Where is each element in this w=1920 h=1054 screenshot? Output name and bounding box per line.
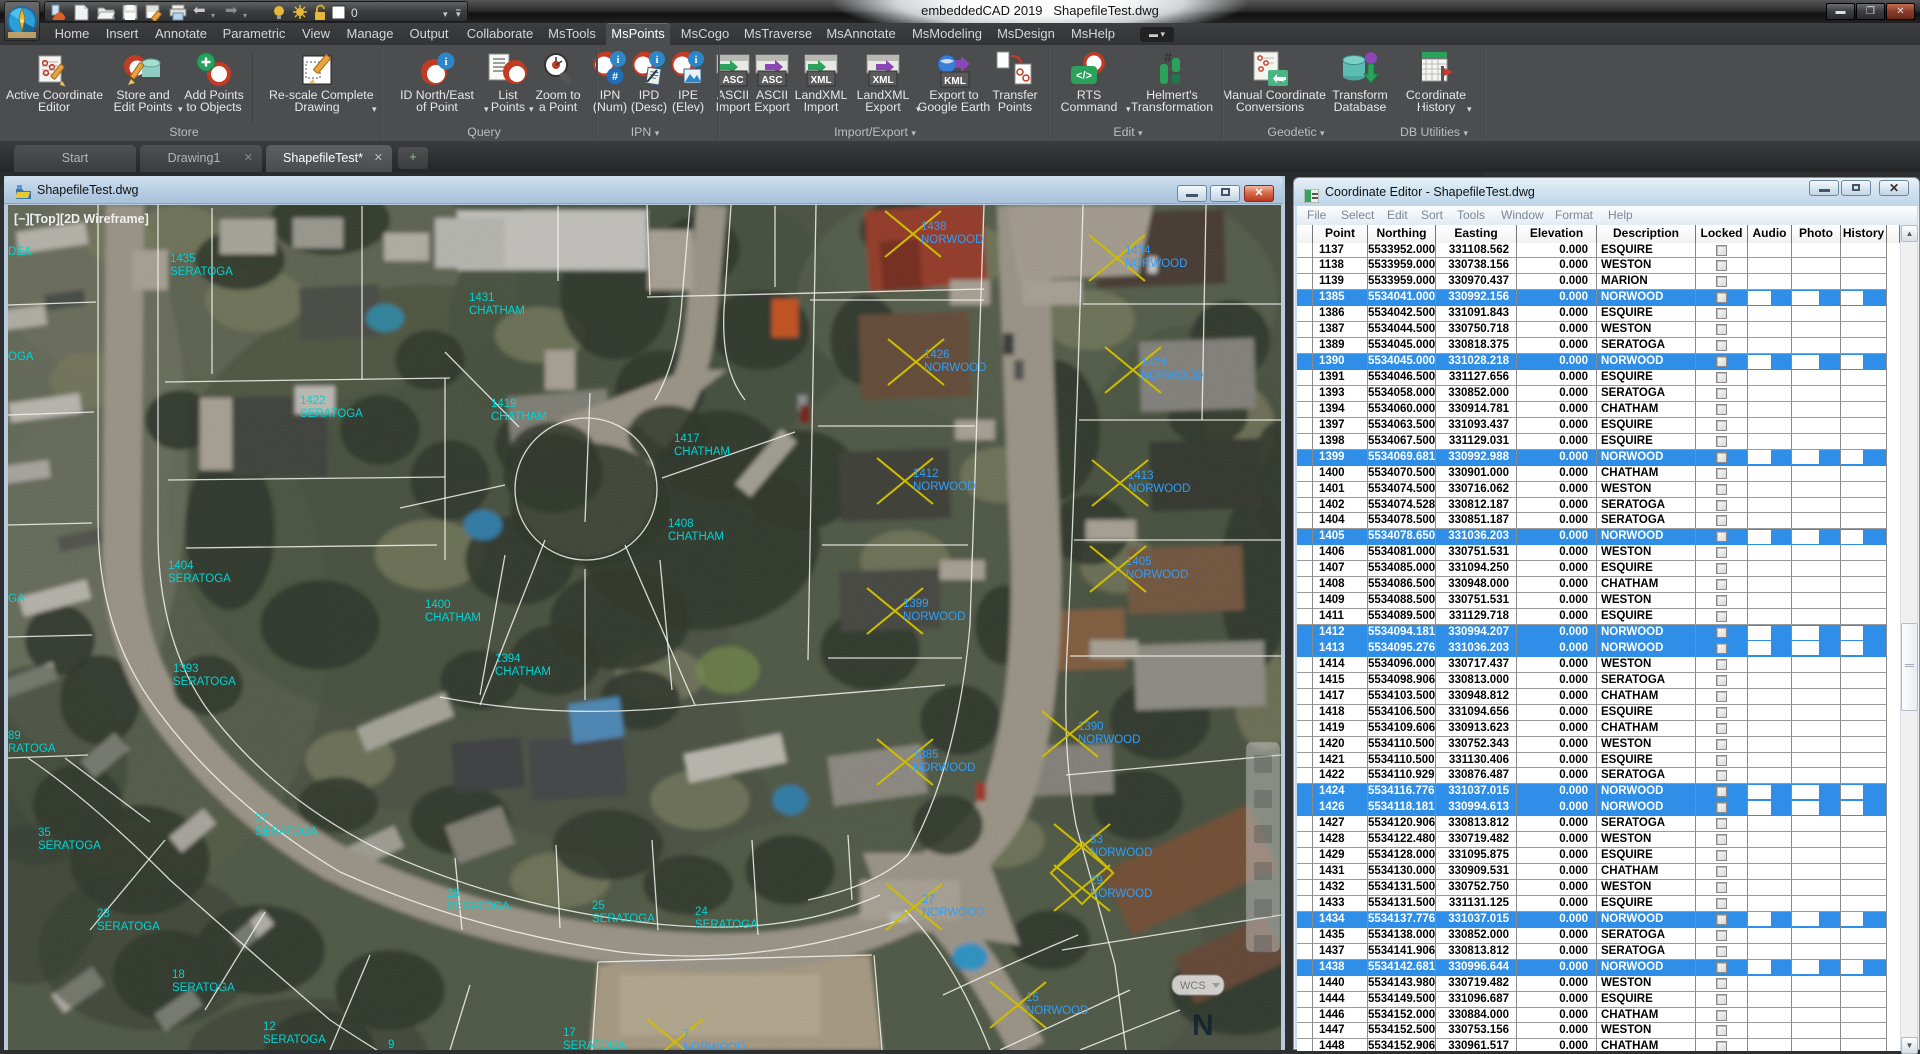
svg-text:18: 18 [172,969,185,981]
svg-text:1390: 1390 [1078,721,1104,733]
svg-text:1434: 1434 [1125,245,1151,257]
svg-text:SERATOGA: SERATOGA [447,901,510,913]
svg-text:SERATOGA: SERATOGA [255,826,318,838]
svg-text:37: 37 [255,813,268,825]
svg-text:WCS: WCS [1180,980,1206,992]
svg-text:1438: 1438 [921,221,947,233]
svg-text:CHATHAM: CHATHAM [491,411,547,423]
svg-text:NORWOOD: NORWOOD [903,611,965,623]
svg-text:SERATOGA: SERATOGA [170,266,233,278]
svg-text:XML: XML [810,75,831,86]
svg-text:7: 7 [683,1029,689,1041]
svg-text:RATOGA: RATOGA [8,743,56,755]
svg-text:1431: 1431 [469,292,495,304]
svg-text:1404: 1404 [168,560,194,572]
svg-text:KML: KML [944,76,966,87]
svg-text:24: 24 [695,906,708,918]
svg-text:NORWOOD: NORWOOD [913,762,975,774]
svg-text:SERATOGA: SERATOGA [173,676,236,688]
svg-text:i: i [444,56,447,68]
svg-text:27: 27 [922,894,935,906]
svg-text:SERATOGA: SERATOGA [168,573,231,585]
svg-text:SERATOGA: SERATOGA [563,1040,626,1050]
svg-text:GA: GA [8,593,25,605]
svg-text:89: 89 [8,730,21,742]
svg-text:NORWOOD: NORWOOD [1090,888,1152,900]
svg-text:1399: 1399 [903,598,929,610]
svg-text:1394: 1394 [495,653,521,665]
svg-text:1419: 1419 [491,398,517,410]
svg-text:1424: 1424 [1141,357,1167,369]
svg-text:1408: 1408 [668,518,694,530]
svg-text:33: 33 [1090,834,1103,846]
svg-text:CHATHAM: CHATHAM [425,612,481,624]
svg-text:CHATHAM: CHATHAM [674,446,730,458]
svg-text:NORWOOD: NORWOOD [1128,483,1190,495]
svg-text:SERATOGA: SERATOGA [38,840,101,852]
svg-text:NORWOOD: NORWOOD [922,907,984,919]
svg-text:SERATOGA: SERATOGA [695,919,758,931]
svg-text:SERATOGA: SERATOGA [300,408,363,420]
svg-text:1393: 1393 [173,663,199,675]
svg-text:1405: 1405 [1126,556,1152,568]
svg-text:35: 35 [38,827,51,839]
svg-text:1422: 1422 [300,395,326,407]
svg-text:23: 23 [97,908,110,920]
svg-text:1426: 1426 [924,349,950,361]
svg-text:NORWOOD: NORWOOD [1125,258,1187,270]
svg-text:SERATOGA: SERATOGA [263,1034,326,1046]
svg-text:SERATOGA: SERATOGA [592,913,655,925]
svg-text:NORWOOD: NORWOOD [1090,847,1152,859]
svg-text:1435: 1435 [170,253,196,265]
svg-text:NORWOOD: NORWOOD [921,234,983,246]
svg-text:SERATOGA: SERATOGA [172,982,235,994]
svg-text:NORWOOD: NORWOOD [1141,370,1203,382]
svg-text:28: 28 [447,888,460,900]
svg-text:CHATHAM: CHATHAM [495,666,551,678]
svg-text:NORWOOD: NORWOOD [924,362,986,374]
svg-text:NORWOOD: NORWOOD [1126,569,1188,581]
svg-text:12: 12 [263,1021,276,1033]
svg-text:CHATHAM: CHATHAM [668,531,724,543]
svg-text:NORWOOD: NORWOOD [1078,734,1140,746]
svg-text:N: N [1192,1009,1214,1042]
svg-text:NORWOOD: NORWOOD [683,1042,745,1050]
svg-text:SERATOGA: SERATOGA [97,921,160,933]
svg-text:17: 17 [563,1027,576,1039]
svg-text:1413: 1413 [1128,470,1154,482]
svg-text:1412: 1412 [913,468,939,480]
svg-text:CHATHAM: CHATHAM [469,305,525,317]
svg-text:NORWOOD: NORWOOD [1026,1005,1088,1017]
svg-text:NORWOOD: NORWOOD [913,481,975,493]
svg-text:</>: </> [1076,70,1092,82]
svg-text:XML: XML [872,75,893,86]
svg-text:OGA: OGA [8,351,34,363]
svg-text:DEA: DEA [8,246,32,258]
svg-text:[−][Top][2D Wireframe]: [−][Top][2D Wireframe] [14,212,149,226]
svg-text:15: 15 [1026,992,1039,1004]
svg-text:1385: 1385 [913,749,939,761]
svg-text:1400: 1400 [425,599,451,611]
svg-text:#: # [1164,50,1172,65]
svg-text:1417: 1417 [674,433,700,445]
svg-text:9: 9 [388,1039,394,1050]
svg-text:25: 25 [592,900,605,912]
